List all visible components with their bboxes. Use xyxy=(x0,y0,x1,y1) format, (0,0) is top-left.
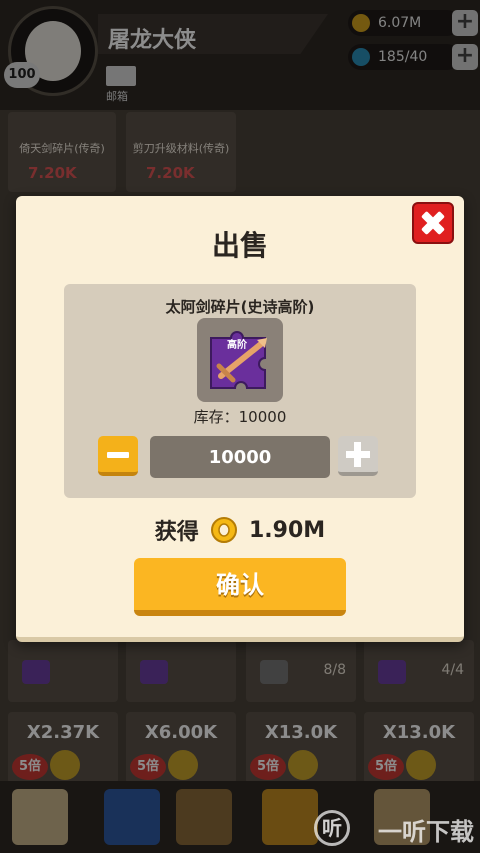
watermark: 一听下载 xyxy=(378,818,474,846)
sell-dialog: 出售 太阿剑碎片(史诗高阶) 高阶 库存：10000 10000 获得 1.90… xyxy=(16,196,464,642)
decrease-button[interactable] xyxy=(98,436,138,476)
plus-icon-stroke xyxy=(354,442,361,467)
item-panel: 太阿剑碎片(史诗高阶) 高阶 库存：10000 xyxy=(64,284,416,498)
reward-label: 获得 xyxy=(154,520,199,545)
reward-row: 获得 1.90M xyxy=(16,514,464,546)
close-button[interactable] xyxy=(412,202,454,244)
increase-button[interactable] xyxy=(338,436,378,476)
minus-icon xyxy=(107,452,129,458)
quantity-stepper xyxy=(64,436,416,478)
sword-fragment-icon: 高阶 xyxy=(210,331,267,389)
reward-value: 1.90M xyxy=(249,517,326,543)
quantity-input[interactable] xyxy=(150,436,330,478)
watermark-logo: 听 xyxy=(314,810,350,846)
item-icon-frame: 高阶 xyxy=(197,318,283,402)
confirm-button[interactable]: 确认 xyxy=(134,558,346,616)
item-tag: 高阶 xyxy=(227,338,248,351)
item-name: 太阿剑碎片(史诗高阶) xyxy=(165,298,315,316)
gold-coin-icon xyxy=(210,517,237,543)
dialog-title: 出售 xyxy=(211,229,268,262)
stock-text: 库存：10000 xyxy=(193,408,287,426)
